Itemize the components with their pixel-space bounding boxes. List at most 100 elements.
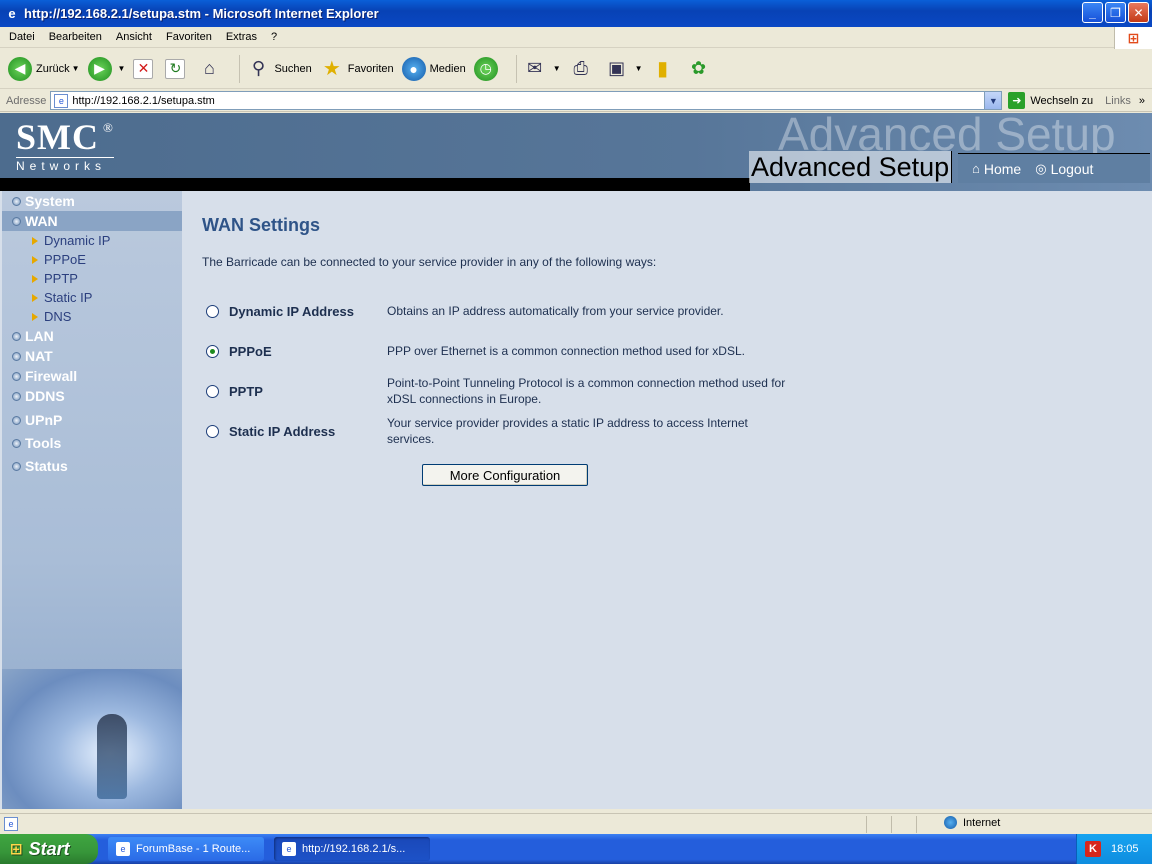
home-icon: ⌂ <box>972 161 980 176</box>
toolbar: ◀ Zurück ▼ ▶ ▼ ✕ ↻ ⌂ ⚲ Suchen ★ Favorite… <box>0 49 1152 89</box>
radio-static-ip[interactable] <box>206 424 219 438</box>
home-icon: ⌂ <box>204 58 215 78</box>
menu-datei[interactable]: Datei <box>2 31 42 43</box>
sidebar-subitem-dns[interactable]: DNS <box>2 307 182 326</box>
antivirus-icon[interactable]: K <box>1085 841 1101 857</box>
refresh-button[interactable]: ↻ <box>165 58 189 79</box>
sidebar-subitem-label: Dynamic IP <box>44 233 111 248</box>
messenger-button[interactable]: ✿ <box>687 57 715 81</box>
triangle-right-icon <box>32 274 38 283</box>
start-button[interactable]: ⊞ Start <box>0 834 98 864</box>
bullet-icon <box>12 216 21 226</box>
search-button[interactable]: ⚲ Suchen <box>246 57 312 81</box>
back-label: Zurück <box>36 62 70 75</box>
history-button[interactable]: ◷ <box>473 56 502 81</box>
menu-bearbeiten[interactable]: Bearbeiten <box>42 31 109 43</box>
back-dropdown-icon[interactable]: ▼ <box>72 64 80 73</box>
go-button[interactable]: ➜ Wechseln zu <box>1008 92 1093 109</box>
back-button[interactable]: ◀ Zurück ▼ <box>8 56 80 81</box>
bullet-icon <box>12 196 21 206</box>
menu-extras[interactable]: Extras <box>219 31 264 43</box>
triangle-right-icon <box>32 312 38 321</box>
radio-pppoe[interactable] <box>206 344 219 358</box>
sidebar-subitem-dynamic-ip[interactable]: Dynamic IP <box>2 231 182 250</box>
sidebar-item-system[interactable]: System <box>2 191 182 211</box>
ie-icon: e <box>116 842 130 856</box>
address-url[interactable]: http://192.168.2.1/setupa.stm <box>72 95 214 107</box>
bullet-icon <box>12 438 21 448</box>
sidebar-item-lan[interactable]: LAN <box>2 326 182 346</box>
back-arrow-icon: ◀ <box>8 56 32 81</box>
maximize-button[interactable]: ❐ <box>1105 2 1126 23</box>
sidebar-item-label: LAN <box>25 328 54 344</box>
favorites-button[interactable]: ★ Favoriten <box>320 57 394 81</box>
print-button[interactable]: ⎙ <box>569 57 597 81</box>
window-title: http://192.168.2.1/setupa.stm - Microsof… <box>24 6 379 21</box>
page-status-icon: e <box>4 817 18 831</box>
bullet-icon <box>12 415 21 425</box>
person-silhouette <box>97 714 127 799</box>
bullet-icon <box>12 461 21 471</box>
sidebar-item-upnp[interactable]: UPnP <box>2 410 182 430</box>
windows-flag-icon: ⊞ <box>10 841 23 858</box>
printer-icon: ⎙ <box>573 58 588 78</box>
close-button[interactable]: ✕ <box>1128 2 1149 23</box>
taskbar-item-forumbase[interactable]: e ForumBase - 1 Route... <box>108 837 264 861</box>
status-bar: e Internet <box>0 813 1152 834</box>
forward-dropdown-icon[interactable]: ▼ <box>118 64 126 73</box>
minimize-button[interactable]: _ <box>1082 2 1103 23</box>
search-icon: ⚲ <box>251 58 266 78</box>
sidebar-item-wan[interactable]: WAN <box>2 211 182 231</box>
task-label: ForumBase - 1 Route... <box>136 843 251 855</box>
mail-button[interactable]: ✉ ▼ <box>523 57 561 81</box>
media-icon: ● <box>401 56 426 81</box>
sidebar-item-ddns[interactable]: DDNS <box>2 386 182 406</box>
go-label: Wechseln zu <box>1030 94 1094 107</box>
option-dynamic-ip: Dynamic IP Address Obtains an IP address… <box>202 291 842 331</box>
header-banner: SMC ® Networks Advanced Setup Advanced Se… <box>0 113 1152 191</box>
more-configuration-button[interactable]: More Configuration <box>422 464 588 486</box>
home-link[interactable]: ⌂ Home <box>972 161 1021 177</box>
logout-link[interactable]: ◎ Logout <box>1035 161 1093 177</box>
header-nav: ⌂ Home ◎ Logout <box>958 153 1150 183</box>
search-label: Suchen <box>274 62 312 75</box>
refresh-icon: ↻ <box>165 58 186 79</box>
media-button[interactable]: ● Medien <box>401 56 466 81</box>
sidebar-item-tools[interactable]: Tools <box>2 433 182 453</box>
sidebar-item-label: UPnP <box>25 412 63 428</box>
address-dropdown-icon[interactable]: ▼ <box>984 92 1002 109</box>
address-input[interactable]: e http://192.168.2.1/setupa.stm ▼ <box>50 91 1003 110</box>
stop-button[interactable]: ✕ <box>133 58 157 79</box>
forward-button[interactable]: ▶ ▼ <box>87 56 126 81</box>
chevron-right-icon[interactable]: » <box>1139 95 1145 107</box>
menu-favoriten[interactable]: Favoriten <box>159 31 219 43</box>
mail-dropdown-icon[interactable]: ▼ <box>553 64 561 73</box>
note-button[interactable]: ▮ <box>651 57 679 81</box>
taskbar-item-setup[interactable]: e http://192.168.2.1/s... <box>274 837 430 861</box>
sidebar-item-nat[interactable]: NAT <box>2 346 182 366</box>
links-toolbar[interactable]: Links » <box>1105 95 1145 107</box>
sidebar-item-firewall[interactable]: Firewall <box>2 366 182 386</box>
sidebar: System WAN Dynamic IP PPPoE PPTP Static … <box>2 191 182 809</box>
edit-button[interactable]: ▣ ▼ <box>605 57 643 81</box>
intro-text: The Barricade can be connected to your s… <box>202 255 657 269</box>
sidebar-item-label: NAT <box>25 348 53 364</box>
menu-help[interactable]: ? <box>264 31 284 43</box>
radio-pptp[interactable] <box>206 384 219 398</box>
home-button[interactable]: ⌂ <box>197 57 225 81</box>
menu-ansicht[interactable]: Ansicht <box>109 31 159 43</box>
go-arrow-icon: ➜ <box>1008 92 1026 109</box>
edit-icon: ▣ <box>608 58 626 78</box>
media-label: Medien <box>429 62 466 75</box>
sidebar-item-status[interactable]: Status <box>2 456 182 476</box>
title-bar: e http://192.168.2.1/setupa.stm - Micros… <box>0 0 1152 27</box>
sidebar-item-label: DDNS <box>25 388 65 404</box>
radio-dynamic-ip[interactable] <box>206 304 219 318</box>
edit-dropdown-icon[interactable]: ▼ <box>635 64 643 73</box>
address-bar: Adresse e http://192.168.2.1/setupa.stm … <box>0 90 1152 112</box>
sidebar-subitem-static-ip[interactable]: Static IP <box>2 288 182 307</box>
sidebar-subitem-pppoe[interactable]: PPPoE <box>2 250 182 269</box>
sidebar-subitem-pptp[interactable]: PPTP <box>2 269 182 288</box>
security-zone: Internet <box>944 816 1000 829</box>
note-icon: ▮ <box>657 58 669 80</box>
